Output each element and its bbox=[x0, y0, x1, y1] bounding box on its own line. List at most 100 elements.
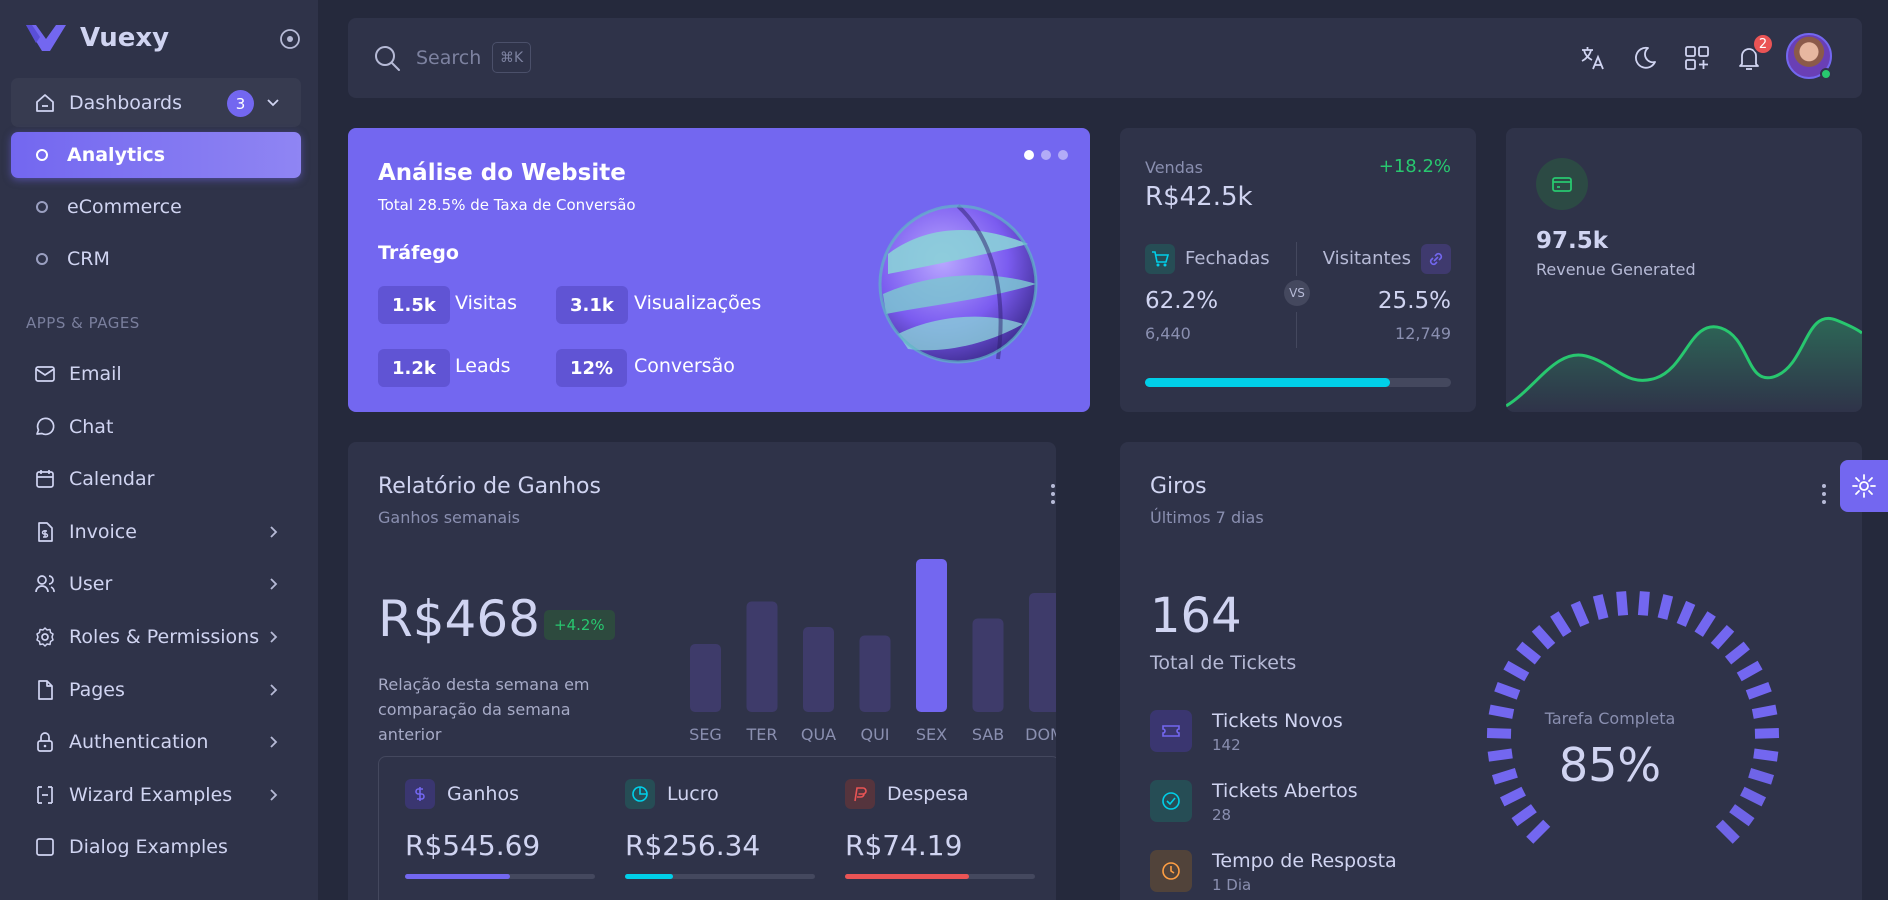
nav-crm[interactable]: CRM bbox=[11, 236, 301, 282]
chevron-right-icon bbox=[270, 736, 278, 748]
bar-ter bbox=[746, 601, 778, 712]
tickets-total-label: Total de Tickets bbox=[1150, 652, 1297, 674]
x-tick-label: TER bbox=[746, 725, 778, 744]
sidebar-item-user[interactable]: User bbox=[11, 560, 301, 608]
pie-chart-icon bbox=[625, 779, 655, 809]
stat-label-views: Visualizações bbox=[634, 292, 762, 314]
gauge-segment bbox=[1729, 804, 1755, 827]
x-tick-label: SAB bbox=[972, 725, 1004, 744]
credit-card-icon bbox=[1536, 158, 1588, 210]
row-name: Tempo de Resposta bbox=[1212, 850, 1397, 872]
carousel-dot[interactable] bbox=[1041, 150, 1051, 160]
search-icon[interactable] bbox=[372, 43, 402, 73]
closed-count: 6,440 bbox=[1145, 324, 1191, 343]
gear-icon bbox=[1852, 474, 1876, 498]
gauge-segment bbox=[1526, 819, 1551, 844]
lock-icon bbox=[37, 732, 53, 753]
gauge-segment bbox=[1570, 600, 1590, 627]
metric-value: R$256.34 bbox=[625, 829, 761, 862]
vuexy-logo-icon bbox=[26, 25, 66, 51]
visitors-pct: 25.5% bbox=[1377, 288, 1451, 314]
sidebar-item-label: Authentication bbox=[69, 731, 209, 754]
wizard-icon bbox=[37, 785, 53, 804]
translate-icon[interactable] bbox=[1578, 43, 1608, 73]
row-value: 28 bbox=[1212, 806, 1232, 824]
metric-progress-bar bbox=[845, 874, 1035, 879]
sidebar-toggle-icon[interactable] bbox=[278, 27, 302, 51]
nav-dashboards[interactable]: Dashboards 3 bbox=[11, 78, 301, 127]
gauge-segment bbox=[1516, 641, 1542, 665]
stat-label-leads: Leads bbox=[455, 355, 511, 377]
gauge-segment bbox=[1511, 804, 1537, 827]
dashboards-badge: 3 bbox=[227, 90, 254, 117]
more-options-icon[interactable] bbox=[1050, 482, 1056, 506]
sidebar-item-label: Roles & Permissions bbox=[69, 626, 260, 648]
carousel-dot[interactable] bbox=[1024, 150, 1034, 160]
nav-analytics[interactable]: Analytics bbox=[11, 132, 301, 178]
sidebar-item-chat[interactable]: Chat bbox=[11, 403, 301, 451]
dollar-icon bbox=[405, 779, 435, 809]
sidebar-item-dialog-examples[interactable]: Dialog Examples bbox=[11, 823, 301, 871]
gauge-segment bbox=[1753, 748, 1779, 762]
square-icon bbox=[36, 838, 54, 857]
gauge-segment bbox=[1637, 591, 1650, 616]
gauge-segment bbox=[1499, 786, 1526, 807]
sidebar-item-invoice[interactable]: Invoice bbox=[11, 508, 301, 556]
sidebar-item-pages[interactable]: Pages bbox=[11, 666, 301, 714]
file-icon bbox=[38, 679, 53, 700]
carousel-indicators[interactable] bbox=[1024, 150, 1068, 160]
gauge-label: Tarefa Completa bbox=[1544, 709, 1676, 728]
gauge-segment bbox=[1715, 819, 1740, 844]
sidebar-item-authentication[interactable]: Authentication bbox=[11, 718, 301, 766]
sales-card: Vendas +18.2% R$42.5k Fechadas Visitante… bbox=[1120, 128, 1476, 412]
stat-value-conversion: 12% bbox=[556, 349, 628, 387]
x-tick-label: SEG bbox=[689, 725, 722, 744]
earnings-value: R$468 bbox=[378, 590, 540, 648]
check-circle-icon bbox=[1150, 780, 1192, 822]
sidebar-item-wizard-examples[interactable]: Wizard Examples bbox=[11, 771, 301, 819]
metric-value: R$74.19 bbox=[845, 829, 963, 862]
more-options-icon[interactable] bbox=[1821, 482, 1827, 506]
sidebar-item-label: Email bbox=[69, 363, 122, 385]
bar-sab bbox=[972, 618, 1004, 712]
website-analytics-card: Análise do Website Total 28.5% de Taxa d… bbox=[348, 128, 1090, 412]
sidebar-item-roles-permissions[interactable]: Roles & Permissions bbox=[11, 613, 301, 661]
revenue-label: Revenue Generated bbox=[1536, 260, 1696, 279]
gauge-segment bbox=[1754, 728, 1780, 739]
nav-ecommerce[interactable]: eCommerce bbox=[11, 184, 301, 230]
moon-icon[interactable] bbox=[1630, 43, 1660, 73]
metric-despesa: Despesa R$74.19 bbox=[845, 779, 1035, 879]
chat-icon bbox=[36, 417, 55, 435]
metric-progress-fill bbox=[625, 874, 673, 879]
sidebar-item-email[interactable]: Email bbox=[11, 350, 301, 398]
customizer-button[interactable] bbox=[1840, 460, 1888, 512]
nav-crm-label: CRM bbox=[67, 248, 110, 270]
x-tick-label: QUA bbox=[801, 725, 836, 744]
shortcuts-icon[interactable] bbox=[1682, 43, 1712, 73]
earnings-metrics-box: Ganhos R$545.69 Lucro R$256.34 Despesa R$74.1… bbox=[378, 756, 1056, 900]
metric-name: Ganhos bbox=[447, 783, 519, 805]
metric-name: Lucro bbox=[667, 783, 719, 805]
gauge-segment bbox=[1751, 704, 1778, 719]
sidebar-item-label: Chat bbox=[69, 415, 114, 438]
revenue-card: 97.5k Revenue Generated bbox=[1506, 128, 1862, 412]
stat-label-conversion: Conversão bbox=[634, 355, 735, 377]
gauge-segment bbox=[1616, 591, 1629, 616]
gauge-segment bbox=[1676, 600, 1696, 627]
earnings-change-badge: +4.2% bbox=[544, 610, 615, 640]
visitors-label: Visitantes bbox=[1322, 248, 1411, 269]
stat-value-leads: 1.2k bbox=[378, 349, 450, 387]
gauge-segment bbox=[1710, 624, 1735, 650]
settings-icon bbox=[36, 627, 54, 647]
search-input[interactable]: Search bbox=[416, 47, 481, 69]
section-header-apps: APPS & PAGES bbox=[26, 314, 140, 332]
carousel-dot[interactable] bbox=[1058, 150, 1068, 160]
sidebar-item-calendar[interactable]: Calendar bbox=[11, 455, 301, 503]
gauge-segment bbox=[1745, 681, 1772, 700]
nav-ecommerce-label: eCommerce bbox=[67, 196, 182, 218]
metric-name: Despesa bbox=[887, 783, 969, 805]
earnings-description: Relação desta semana em comparação da se… bbox=[378, 675, 590, 744]
chevron-right-icon bbox=[270, 683, 278, 696]
brand[interactable]: Vuexy bbox=[26, 20, 169, 56]
metric-ganhos: Ganhos R$545.69 bbox=[405, 779, 595, 879]
